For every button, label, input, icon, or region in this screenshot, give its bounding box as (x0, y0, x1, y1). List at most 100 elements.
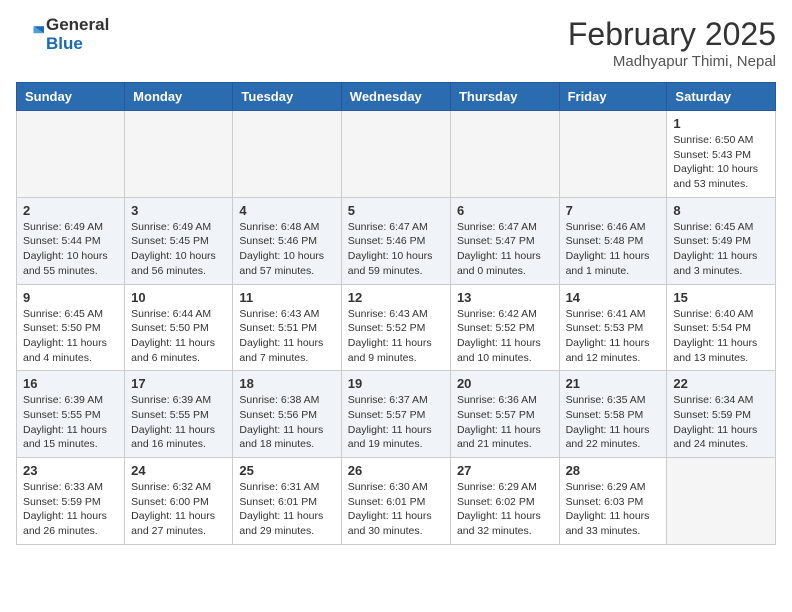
page-header: General Blue February 2025 Madhyapur Thi… (16, 16, 776, 70)
day-info: Sunrise: 6:47 AMSunset: 5:47 PMDaylight:… (457, 220, 553, 279)
day-number: 22 (673, 376, 769, 391)
day-number: 3 (131, 203, 226, 218)
calendar-cell (559, 111, 667, 198)
calendar-cell: 10Sunrise: 6:44 AMSunset: 5:50 PMDayligh… (125, 284, 233, 371)
calendar-cell: 6 Sunrise: 6:47 AMSunset: 5:47 PMDaylight… (450, 197, 559, 284)
calendar-week-row: 23 Sunrise: 6:33 AMSunset: 5:59 PMDayligh… (17, 458, 776, 545)
day-number: 20 (457, 376, 553, 391)
col-friday: Friday (559, 83, 667, 111)
calendar-table: Sunday Monday Tuesday Wednesday Thursday… (16, 82, 776, 545)
day-number: 7 (566, 203, 661, 218)
calendar-cell: 3 Sunrise: 6:49 AMSunset: 5:45 PMDaylight… (125, 197, 233, 284)
day-number: 15 (673, 290, 769, 305)
calendar-cell: 1 Sunrise: 6:50 AMSunset: 5:43 PMDaylight… (667, 111, 776, 198)
col-saturday: Saturday (667, 83, 776, 111)
calendar-cell: 27 Sunrise: 6:29 AMSunset: 6:02 PMDayligh… (450, 458, 559, 545)
logo: General Blue (16, 16, 109, 53)
calendar-cell: 15 Sunrise: 6:40 AMSunset: 5:54 PMDayligh… (667, 284, 776, 371)
day-info: Sunrise: 6:49 AMSunset: 5:45 PMDaylight:… (131, 220, 226, 279)
month-title: February 2025 (568, 16, 776, 53)
calendar-week-row: 9 Sunrise: 6:45 AMSunset: 5:50 PMDaylight… (17, 284, 776, 371)
day-info: Sunrise: 6:32 AMSunset: 6:00 PMDaylight:… (131, 480, 226, 539)
day-number: 9 (23, 290, 118, 305)
logo-text: General Blue (46, 16, 109, 53)
calendar-header-row: Sunday Monday Tuesday Wednesday Thursday… (17, 83, 776, 111)
day-info: Sunrise: 6:50 AMSunset: 5:43 PMDaylight:… (673, 133, 769, 192)
calendar-cell (233, 111, 341, 198)
day-info: Sunrise: 6:33 AMSunset: 5:59 PMDaylight:… (23, 480, 118, 539)
day-info: Sunrise: 6:45 AMSunset: 5:49 PMDaylight:… (673, 220, 769, 279)
day-info: Sunrise: 6:48 AMSunset: 5:46 PMDaylight:… (239, 220, 334, 279)
day-number: 27 (457, 463, 553, 478)
day-number: 4 (239, 203, 334, 218)
calendar-cell: 22 Sunrise: 6:34 AMSunset: 5:59 PMDayligh… (667, 371, 776, 458)
calendar-cell: 16Sunrise: 6:39 AMSunset: 5:55 PMDayligh… (17, 371, 125, 458)
day-info: Sunrise: 6:29 AMSunset: 6:02 PMDaylight:… (457, 480, 553, 539)
day-info: Sunrise: 6:34 AMSunset: 5:59 PMDaylight:… (673, 393, 769, 452)
day-number: 5 (348, 203, 444, 218)
calendar-cell (450, 111, 559, 198)
calendar-cell: 17 Sunrise: 6:39 AMSunset: 5:55 PMDayligh… (125, 371, 233, 458)
calendar-cell: 25 Sunrise: 6:31 AMSunset: 6:01 PMDayligh… (233, 458, 341, 545)
title-block: February 2025 Madhyapur Thimi, Nepal (568, 16, 776, 70)
location: Madhyapur Thimi, Nepal (568, 53, 776, 70)
calendar-cell: 18 Sunrise: 6:38 AMSunset: 5:56 PMDayligh… (233, 371, 341, 458)
calendar-cell: 26 Sunrise: 6:30 AMSunset: 6:01 PMDayligh… (341, 458, 450, 545)
day-info: Sunrise: 6:47 AMSunset: 5:46 PMDaylight:… (348, 220, 444, 279)
day-number: 6 (457, 203, 553, 218)
col-sunday: Sunday (17, 83, 125, 111)
day-info: Sunrise: 6:38 AMSunset: 5:56 PMDaylight:… (239, 393, 334, 452)
day-info: Sunrise: 6:46 AMSunset: 5:48 PMDaylight:… (566, 220, 661, 279)
calendar-week-row: 16 Sunrise: 6:39 AMSunset: 5:55 PMDayligh… (17, 371, 776, 458)
day-number: 8 (673, 203, 769, 218)
calendar-cell: 5 Sunrise: 6:47 AMSunset: 5:46 PMDaylight… (341, 197, 450, 284)
day-number: 17 (131, 376, 226, 391)
day-number: 25 (239, 463, 334, 478)
day-info: Sunrise: 6:37 AMSunset: 5:57 PMDaylight:… (348, 393, 444, 452)
day-number: 2 (23, 203, 118, 218)
calendar-cell: 11Sunrise: 6:43 AMSunset: 5:51 PMDayligh… (233, 284, 341, 371)
day-info: Sunrise: 6:49 AMSunset: 5:44 PMDaylight:… (23, 220, 118, 279)
calendar-cell: 2 Sunrise: 6:49 AMSunset: 5:44 PMDaylight… (17, 197, 125, 284)
day-info: Sunrise: 6:40 AMSunset: 5:54 PMDaylight:… (673, 307, 769, 366)
day-info: Sunrise: 6:41 AMSunset: 5:53 PMDaylight:… (566, 307, 661, 366)
day-info: Sunrise: 6:35 AMSunset: 5:58 PMDaylight:… (566, 393, 661, 452)
calendar-week-row: 2 Sunrise: 6:49 AMSunset: 5:44 PMDaylight… (17, 197, 776, 284)
calendar-cell: 14Sunrise: 6:41 AMSunset: 5:53 PMDayligh… (559, 284, 667, 371)
day-number: 28 (566, 463, 661, 478)
col-wednesday: Wednesday (341, 83, 450, 111)
day-info: Sunrise: 6:31 AMSunset: 6:01 PMDaylight:… (239, 480, 334, 539)
day-number: 18 (239, 376, 334, 391)
day-info: Sunrise: 6:39 AMSunset: 5:55 PMDaylight:… (131, 393, 226, 452)
day-info: Sunrise: 6:30 AMSunset: 6:01 PMDaylight:… (348, 480, 444, 539)
day-number: 23 (23, 463, 118, 478)
calendar-cell: 20Sunrise: 6:36 AMSunset: 5:57 PMDayligh… (450, 371, 559, 458)
day-number: 21 (566, 376, 661, 391)
calendar-cell: 12Sunrise: 6:43 AMSunset: 5:52 PMDayligh… (341, 284, 450, 371)
calendar-cell (17, 111, 125, 198)
day-number: 13 (457, 290, 553, 305)
day-number: 24 (131, 463, 226, 478)
calendar-cell: 24 Sunrise: 6:32 AMSunset: 6:00 PMDayligh… (125, 458, 233, 545)
calendar-cell: 9 Sunrise: 6:45 AMSunset: 5:50 PMDaylight… (17, 284, 125, 371)
calendar-cell (341, 111, 450, 198)
day-number: 1 (673, 116, 769, 131)
calendar-cell: 4 Sunrise: 6:48 AMSunset: 5:46 PMDaylight… (233, 197, 341, 284)
calendar-cell: 19Sunrise: 6:37 AMSunset: 5:57 PMDayligh… (341, 371, 450, 458)
col-tuesday: Tuesday (233, 83, 341, 111)
day-number: 10 (131, 290, 226, 305)
day-number: 26 (348, 463, 444, 478)
day-number: 16 (23, 376, 118, 391)
calendar-cell: 13 Sunrise: 6:42 AMSunset: 5:52 PMDayligh… (450, 284, 559, 371)
day-info: Sunrise: 6:29 AMSunset: 6:03 PMDaylight:… (566, 480, 661, 539)
day-info: Sunrise: 6:45 AMSunset: 5:50 PMDaylight:… (23, 307, 118, 366)
calendar-cell (125, 111, 233, 198)
calendar-cell: 21 Sunrise: 6:35 AMSunset: 5:58 PMDayligh… (559, 371, 667, 458)
day-info: Sunrise: 6:43 AMSunset: 5:52 PMDaylight:… (348, 307, 444, 366)
day-info: Sunrise: 6:42 AMSunset: 5:52 PMDaylight:… (457, 307, 553, 366)
calendar-cell (667, 458, 776, 545)
calendar-week-row: 1 Sunrise: 6:50 AMSunset: 5:43 PMDaylight… (17, 111, 776, 198)
col-thursday: Thursday (450, 83, 559, 111)
calendar-cell: 28 Sunrise: 6:29 AMSunset: 6:03 PMDayligh… (559, 458, 667, 545)
logo-icon (16, 21, 44, 49)
